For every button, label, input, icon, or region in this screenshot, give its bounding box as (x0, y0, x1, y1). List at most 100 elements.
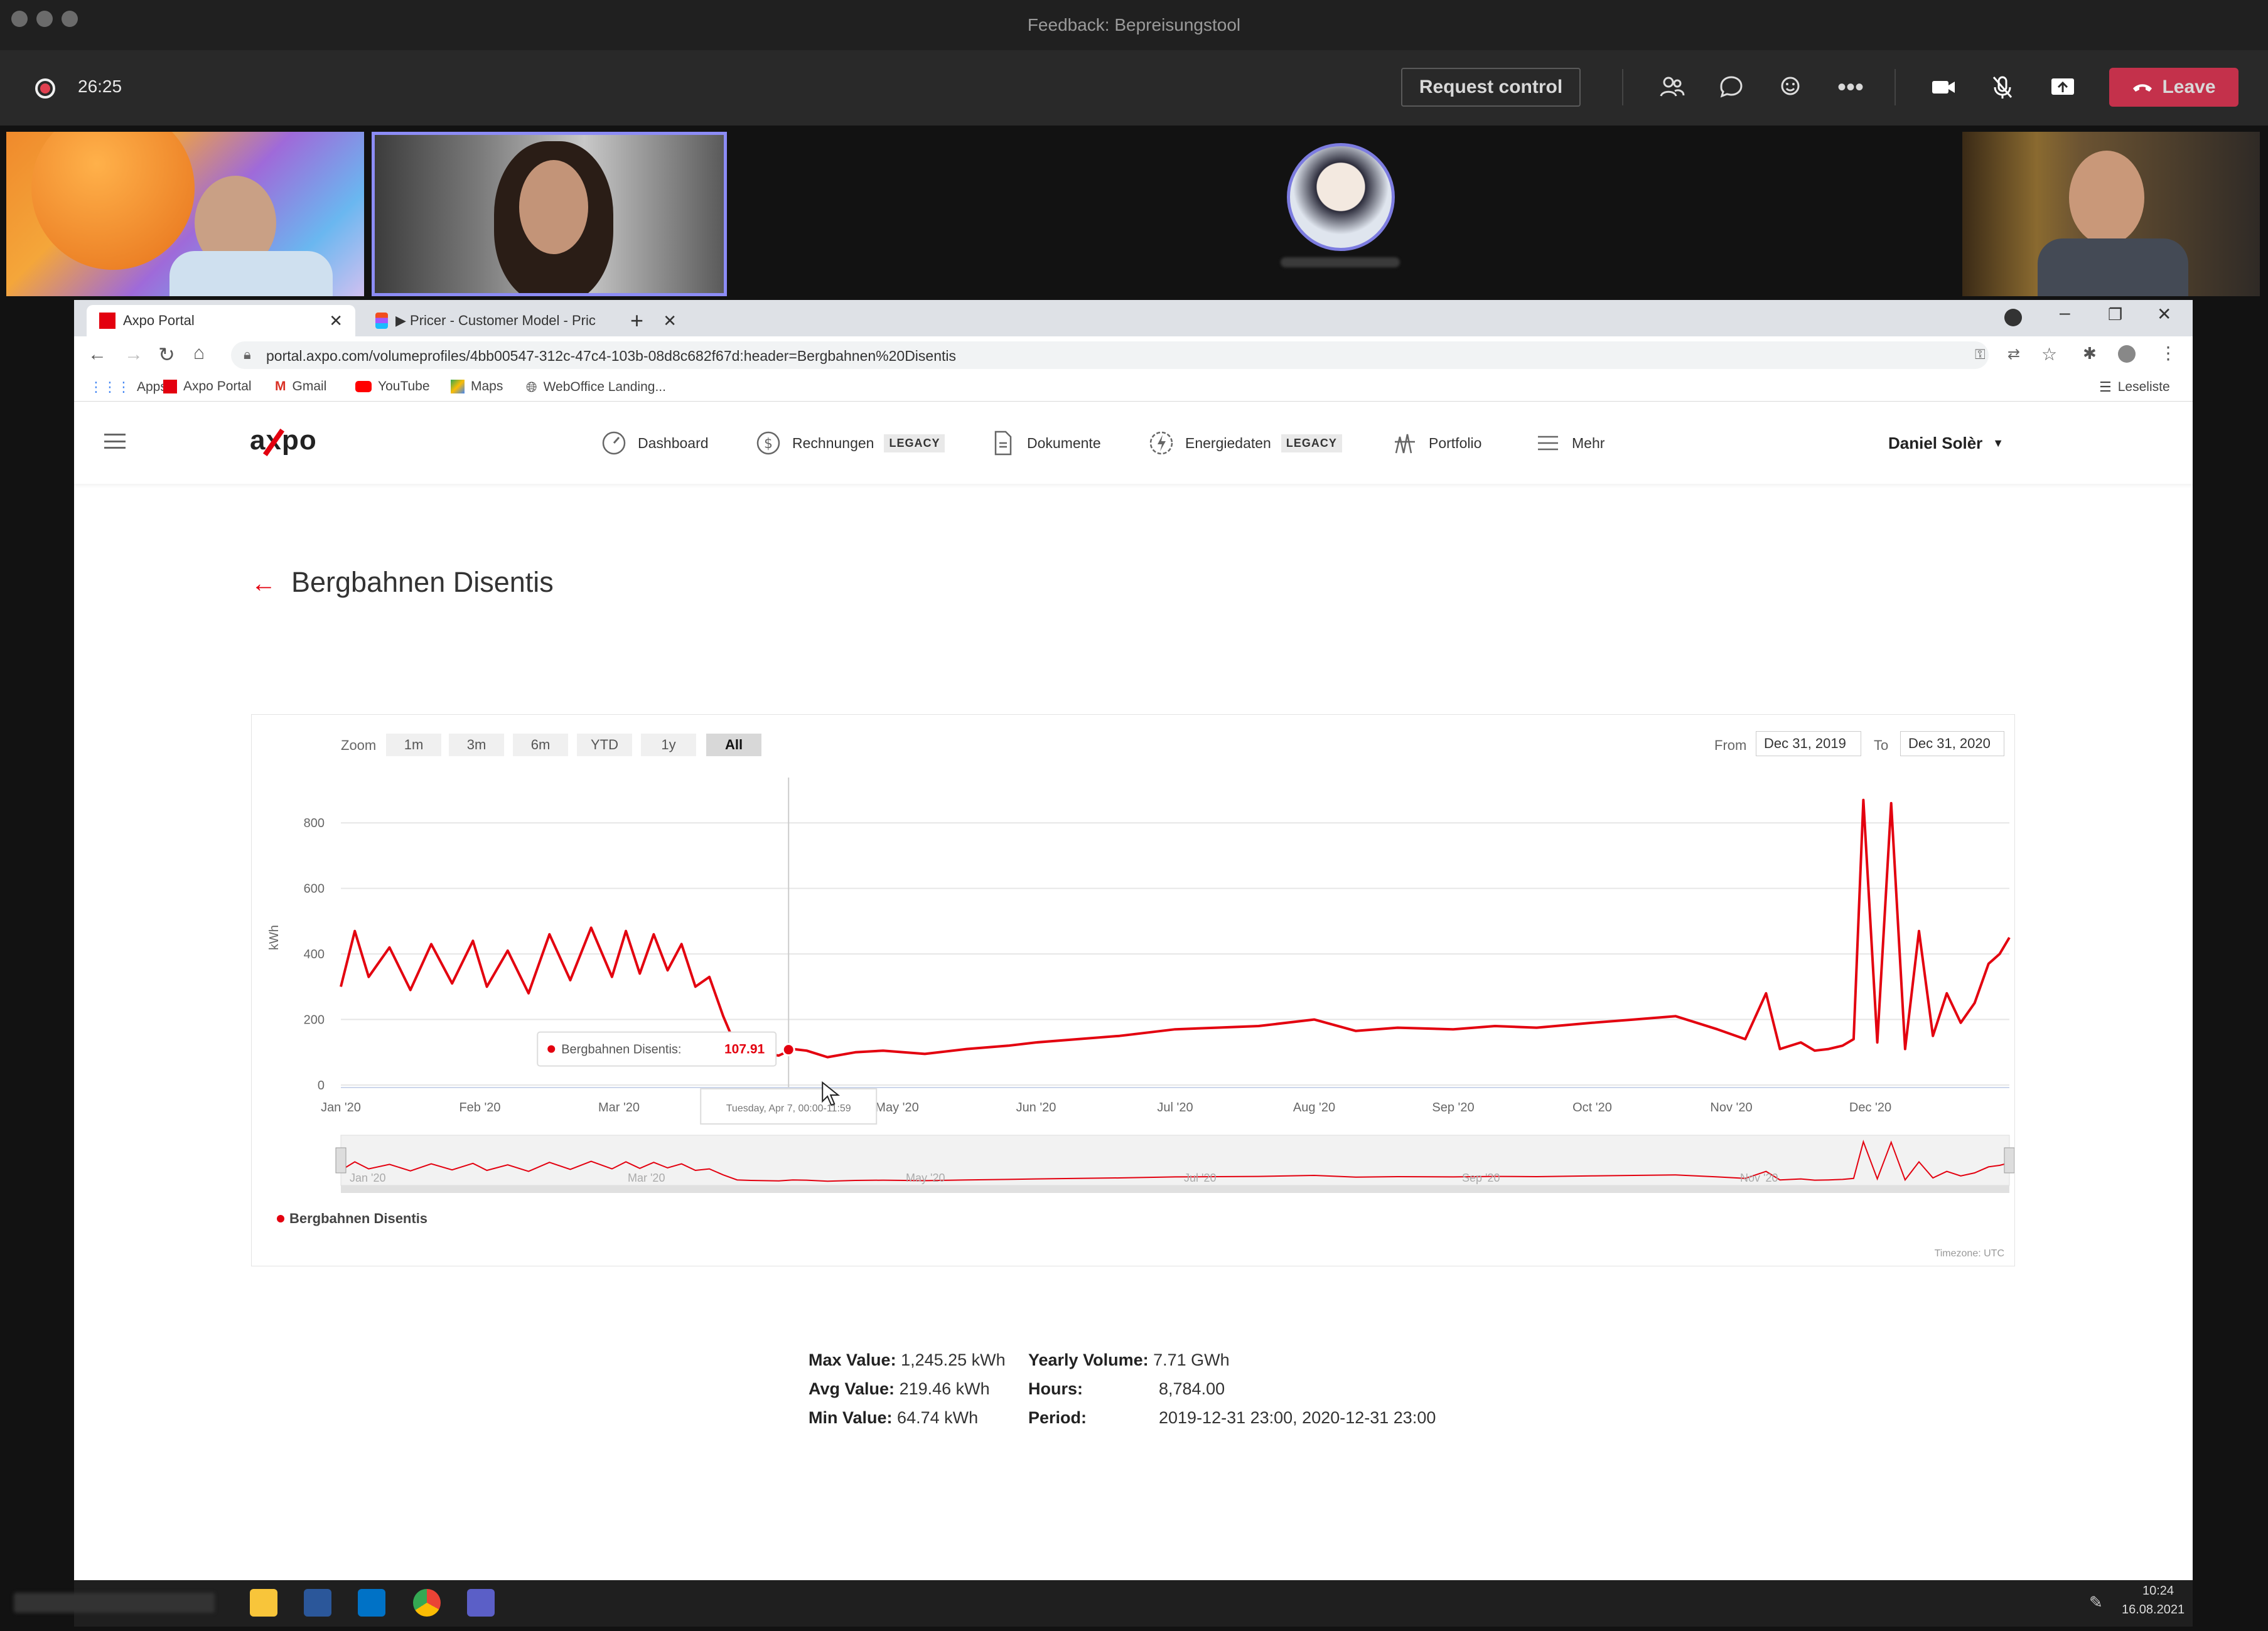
outlook-icon[interactable] (358, 1589, 385, 1617)
navigator-scrollbar[interactable] (341, 1185, 2009, 1193)
chart-legend[interactable]: Bergbahnen Disentis (277, 1211, 427, 1227)
to-date-input[interactable]: Dec 31, 2020 (1900, 731, 2004, 756)
bookmark-gmail[interactable]: M Gmail (275, 379, 326, 394)
reactions-icon[interactable] (1774, 68, 1809, 107)
bookmark-apps[interactable]: ⋮⋮⋮ Apps (89, 379, 167, 395)
url-field[interactable]: 🔒︎ portal.axpo.com/volumeprofiles/4bb005… (231, 341, 1989, 369)
word-icon[interactable] (304, 1589, 331, 1617)
participant-name-3-blurred (1281, 257, 1400, 267)
nav-mehr[interactable]: Mehr (1534, 427, 1604, 459)
participant-tile-1[interactable] (6, 132, 364, 296)
y-tick-label: 800 (304, 816, 325, 830)
chart-card: Zoom 1m 3m 6m YTD 1y All From Dec 31, 20… (251, 714, 2015, 1266)
nav-portfolio[interactable]: Portfolio (1391, 427, 1481, 459)
hamburger-menu-icon[interactable] (104, 434, 126, 449)
participant-avatar-3[interactable] (1287, 143, 1395, 251)
user-name: Daniel Solèr (1888, 433, 1983, 452)
stat-label: Hours: (1028, 1379, 1083, 1398)
browser-menu-icon[interactable]: ⋮ (2159, 343, 2177, 363)
tab-axpo-portal[interactable]: Axpo Portal ✕ (87, 305, 355, 336)
zoom-6m-button[interactable]: 6m (513, 734, 568, 756)
menu-lines-icon (1538, 436, 1558, 451)
pen-icon[interactable]: ✎ (2089, 1593, 2103, 1612)
from-date-input[interactable]: Dec 31, 2019 (1756, 731, 1861, 756)
password-key-icon[interactable]: ⚿ (1975, 346, 1986, 363)
minimize-window-dot[interactable] (36, 11, 53, 27)
request-control-button[interactable]: Request control (1401, 68, 1581, 107)
bookmark-label: Gmail (292, 379, 327, 393)
zoom-all-button[interactable]: All (706, 734, 761, 756)
stat-label: Max Value: (809, 1350, 896, 1369)
axpo-logo[interactable]: axpo (250, 425, 317, 456)
bookmark-label: WebOffice Landing... (543, 380, 666, 394)
chat-icon[interactable] (1714, 68, 1749, 107)
stat-min: Min Value: 64.74 kWh (809, 1408, 978, 1428)
legend-marker (277, 1215, 284, 1222)
forward-icon[interactable]: → (124, 344, 143, 365)
zoom-window-dot[interactable] (62, 11, 78, 27)
profile-sync-icon[interactable] (2004, 309, 2022, 326)
zoom-1y-button[interactable]: 1y (641, 734, 696, 756)
hover-point[interactable] (782, 1043, 795, 1057)
participants-icon[interactable] (1655, 68, 1690, 107)
svg-text:$: $ (764, 436, 773, 452)
search-box-blurred[interactable] (14, 1593, 215, 1613)
close-window-dot[interactable] (11, 11, 28, 27)
line-chart[interactable]: 0200400600800kWhJan '20Feb '20Mar '20Apr… (252, 759, 2014, 1211)
x-tick-label: Aug '20 (1293, 1101, 1335, 1115)
extensions-icon[interactable]: ✱ (2083, 344, 2097, 363)
leave-button[interactable]: Leave (2109, 68, 2238, 107)
bookmark-maps[interactable]: Maps (451, 379, 503, 394)
participant-tile-4[interactable] (1962, 132, 2260, 296)
maps-icon (451, 380, 465, 393)
y-tick-label: 400 (304, 948, 325, 961)
close-tab-icon[interactable]: ✕ (329, 311, 343, 331)
bookmark-youtube[interactable]: YouTube (355, 379, 430, 394)
share-screen-icon[interactable] (2045, 68, 2080, 107)
series-line-bergbahnen-disentis[interactable] (340, 798, 2011, 1059)
more-options-icon[interactable]: ••• (1833, 68, 1868, 107)
navigator-handle-right[interactable] (2004, 1147, 2014, 1174)
dollar-coin-icon: $ (756, 431, 780, 455)
teams-icon[interactable] (467, 1589, 495, 1617)
bookmark-weboffice[interactable]: 🌐︎ WebOffice Landing... (526, 379, 666, 395)
zoom-3m-button[interactable]: 3m (449, 734, 504, 756)
nav-rechnungen[interactable]: $ Rechnungen LEGACY (755, 427, 945, 459)
nav-dokumente[interactable]: Dokumente (989, 427, 1101, 459)
navigator-tick-label: Jan '20 (350, 1172, 385, 1184)
close-tab-icon[interactable]: ✕ (663, 311, 677, 331)
camera-icon[interactable] (1926, 68, 1961, 107)
home-icon[interactable]: ⌂ (193, 343, 205, 364)
back-arrow-icon[interactable]: ← (251, 570, 276, 598)
new-tab-icon[interactable]: + (618, 305, 656, 336)
reload-icon[interactable]: ↻ (158, 343, 175, 366)
restore-icon[interactable]: ❐ (2108, 305, 2122, 324)
close-browser-icon[interactable]: ✕ (2157, 304, 2171, 324)
participant-tile-2-active-speaker[interactable] (372, 132, 727, 296)
minimize-icon[interactable]: – (2060, 302, 2070, 324)
zoom-1m-button[interactable]: 1m (386, 734, 441, 756)
translate-icon[interactable]: ⇄ (2007, 345, 2020, 363)
tooltip-value: 107.91 (724, 1042, 765, 1057)
nav-label: Dokumente (1027, 434, 1101, 451)
globe-icon: 🌐︎ (526, 379, 537, 395)
nav-dashboard[interactable]: Dashboard (600, 427, 709, 459)
user-menu[interactable]: Daniel Solèr ▼ (1888, 427, 2004, 459)
bookmark-label: Maps (471, 379, 503, 393)
nav-label: Mehr (1572, 434, 1605, 451)
back-icon[interactable]: ← (88, 344, 107, 365)
profile-icon[interactable] (2118, 345, 2136, 363)
nav-energiedaten[interactable]: Energiedaten LEGACY (1147, 427, 1342, 459)
chrome-icon[interactable] (413, 1589, 441, 1617)
bookmark-axpo-portal[interactable]: Axpo Portal (163, 379, 252, 394)
microphone-muted-icon[interactable] (1985, 68, 2020, 107)
navigator-handle-left[interactable] (335, 1147, 347, 1174)
shared-browser-window: Axpo Portal ✕ ▶ Pricer - Customer Model … (74, 300, 2193, 1580)
zoom-ytd-button[interactable]: YTD (577, 734, 632, 756)
bookmark-star-icon[interactable]: ☆ (2041, 344, 2057, 365)
gmail-icon: M (275, 379, 286, 393)
reading-list[interactable]: ☰ Leseliste (2099, 379, 2170, 395)
navigator-tick-label: Sep '20 (1462, 1172, 1500, 1184)
stat-yearly: Yearly Volume: 7.71 GWh (1028, 1350, 1230, 1370)
file-explorer-icon[interactable] (250, 1589, 277, 1617)
